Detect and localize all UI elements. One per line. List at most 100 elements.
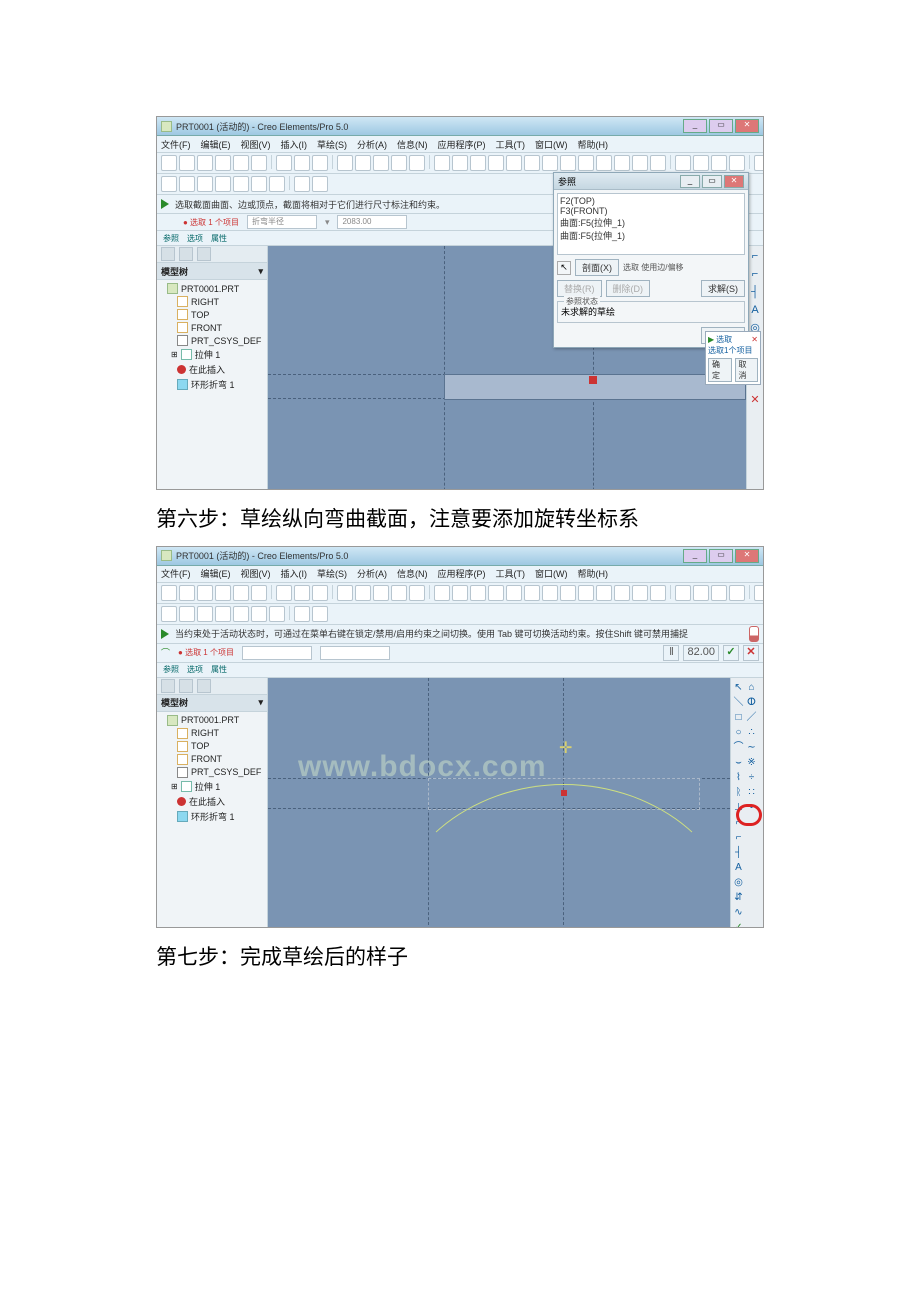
tab-references[interactable]: 参照: [163, 664, 179, 675]
solve-button[interactable]: 求解(S): [701, 280, 745, 297]
tab-options[interactable]: 选项: [187, 664, 203, 675]
menu-item[interactable]: 应用程序(P): [438, 138, 486, 151]
sidebar-tab-icon[interactable]: [197, 679, 211, 693]
tree-node-insert[interactable]: 在此插入: [163, 794, 267, 809]
toolbar-icon[interactable]: [215, 176, 231, 192]
tree-node-feature[interactable]: ⊞拉伸 1: [163, 347, 267, 362]
toolbar-icon[interactable]: [337, 585, 353, 601]
toolbar-icon[interactable]: [215, 606, 231, 622]
toolbar-icon[interactable]: [488, 155, 504, 171]
rail-icon[interactable]: ⌐: [749, 250, 761, 262]
references-list[interactable]: F2(TOP) F3(FRONT) 曲面:F5(拉伸_1) 曲面:F5(拉伸_1…: [557, 193, 745, 255]
menu-item[interactable]: 信息(N): [397, 567, 428, 580]
rail-icon[interactable]: ⌂: [746, 682, 757, 693]
toolbar-icon[interactable]: [614, 585, 630, 601]
rail-icon[interactable]: ┤: [749, 286, 761, 298]
list-item[interactable]: 曲面:F5(拉伸_1): [560, 216, 742, 229]
toolbar-icon[interactable]: [312, 176, 328, 192]
menu-item[interactable]: 分析(A): [357, 138, 387, 151]
rail-icon[interactable]: ⌣: [733, 757, 744, 768]
toolbar-icon[interactable]: [355, 585, 371, 601]
tree-menu-icon[interactable]: ▾: [258, 266, 263, 277]
toolbar-icon[interactable]: [560, 155, 576, 171]
tree-node-datum[interactable]: FRONT: [163, 321, 267, 334]
toolbar-icon[interactable]: [233, 155, 249, 171]
graphics-area[interactable]: www.bdocx.com ✛: [268, 678, 730, 928]
menu-item[interactable]: 视图(V): [241, 138, 271, 151]
toolbar-icon[interactable]: [596, 585, 612, 601]
rail-icon[interactable]: ┤: [733, 847, 744, 858]
minimize-button[interactable]: _: [683, 119, 707, 133]
bend-radius-value[interactable]: 2083.00: [337, 215, 407, 229]
rail-icon[interactable]: ⌒: [733, 742, 744, 753]
menu-item[interactable]: 工具(T): [496, 138, 526, 151]
rail-icon[interactable]: ⵀ: [746, 697, 757, 708]
input-box[interactable]: [320, 646, 390, 660]
menu-item[interactable]: 工具(T): [496, 567, 526, 580]
toolbar-icon[interactable]: [197, 606, 213, 622]
toolbar-icon[interactable]: [197, 155, 213, 171]
sidebar-tab-icon[interactable]: [161, 679, 175, 693]
toolbar-icon[interactable]: [614, 155, 630, 171]
menu-item[interactable]: 分析(A): [357, 567, 387, 580]
toolbar-icon[interactable]: [294, 176, 310, 192]
toolbar-icon[interactable]: [355, 155, 371, 171]
toolbar-icon[interactable]: [161, 155, 177, 171]
rail-icon[interactable]: ∼: [746, 742, 757, 753]
rail-icon[interactable]: ⌐: [749, 268, 761, 280]
toolbar-icon[interactable]: [470, 155, 486, 171]
toolbar-icon[interactable]: [693, 585, 709, 601]
toolbar-icon[interactable]: [373, 585, 389, 601]
toolbar-icon[interactable]: [632, 155, 648, 171]
toolbar-icon[interactable]: [560, 585, 576, 601]
toolbar-icon[interactable]: [161, 606, 177, 622]
toolbar-icon[interactable]: [754, 155, 764, 171]
toolbar-icon[interactable]: [251, 585, 267, 601]
tab-properties[interactable]: 属性: [211, 664, 227, 675]
toolbar-icon[interactable]: [294, 585, 310, 601]
toolbar-icon[interactable]: [373, 155, 389, 171]
toolbar-icon[interactable]: [729, 585, 745, 601]
toolbar-icon[interactable]: [452, 585, 468, 601]
sidebar-tab-icon[interactable]: [179, 679, 193, 693]
toolbar-icon[interactable]: [391, 585, 407, 601]
rail-icon[interactable]: A: [733, 862, 744, 873]
toolbar-icon[interactable]: [251, 176, 267, 192]
tab-properties[interactable]: 属性: [211, 233, 227, 244]
toolbar-icon[interactable]: [434, 585, 450, 601]
tree-node-part[interactable]: PRT0001.PRT: [163, 714, 267, 727]
maximize-button[interactable]: ▭: [709, 549, 733, 563]
menu-item[interactable]: 窗口(W): [535, 138, 568, 151]
rail-icon[interactable]: ／: [746, 712, 757, 723]
rail-icon[interactable]: ○: [733, 727, 744, 738]
menu-item[interactable]: 视图(V): [241, 567, 271, 580]
tree-node-datum[interactable]: RIGHT: [163, 727, 267, 740]
tree-menu-icon[interactable]: ▾: [258, 697, 263, 708]
toolbar-icon[interactable]: [711, 585, 727, 601]
toolbar-icon[interactable]: [542, 585, 558, 601]
toolbar-icon[interactable]: [470, 585, 486, 601]
toolbar-icon[interactable]: [632, 585, 648, 601]
menu-item[interactable]: 编辑(E): [201, 567, 231, 580]
sidebar-tab-icon[interactable]: [161, 247, 175, 261]
toolbar-icon[interactable]: [409, 155, 425, 171]
toolbar-icon[interactable]: [542, 155, 558, 171]
toolbar-icon[interactable]: [650, 585, 666, 601]
toolbar-icon[interactable]: [312, 606, 328, 622]
accept-button[interactable]: ✓: [723, 645, 739, 661]
toolbar-icon[interactable]: [251, 606, 267, 622]
rail-icon[interactable]: ÷: [746, 772, 757, 783]
tree-node-datum[interactable]: TOP: [163, 740, 267, 753]
toolbar-icon[interactable]: [276, 155, 292, 171]
bend-radius-label[interactable]: 折弯半径: [247, 215, 317, 229]
dialog-close[interactable]: ✕: [724, 175, 744, 188]
toolbar-icon[interactable]: [488, 585, 504, 601]
rail-icon[interactable]: □: [733, 712, 744, 723]
toolbar-icon[interactable]: [391, 155, 407, 171]
cancel-button[interactable]: ✕: [743, 645, 759, 661]
toolbar-icon[interactable]: [161, 585, 177, 601]
menu-item[interactable]: 应用程序(P): [438, 567, 486, 580]
rail-icon[interactable]: A: [749, 304, 761, 316]
rail-icon[interactable]: ◎: [733, 877, 744, 888]
list-item[interactable]: F3(FRONT): [560, 206, 742, 216]
